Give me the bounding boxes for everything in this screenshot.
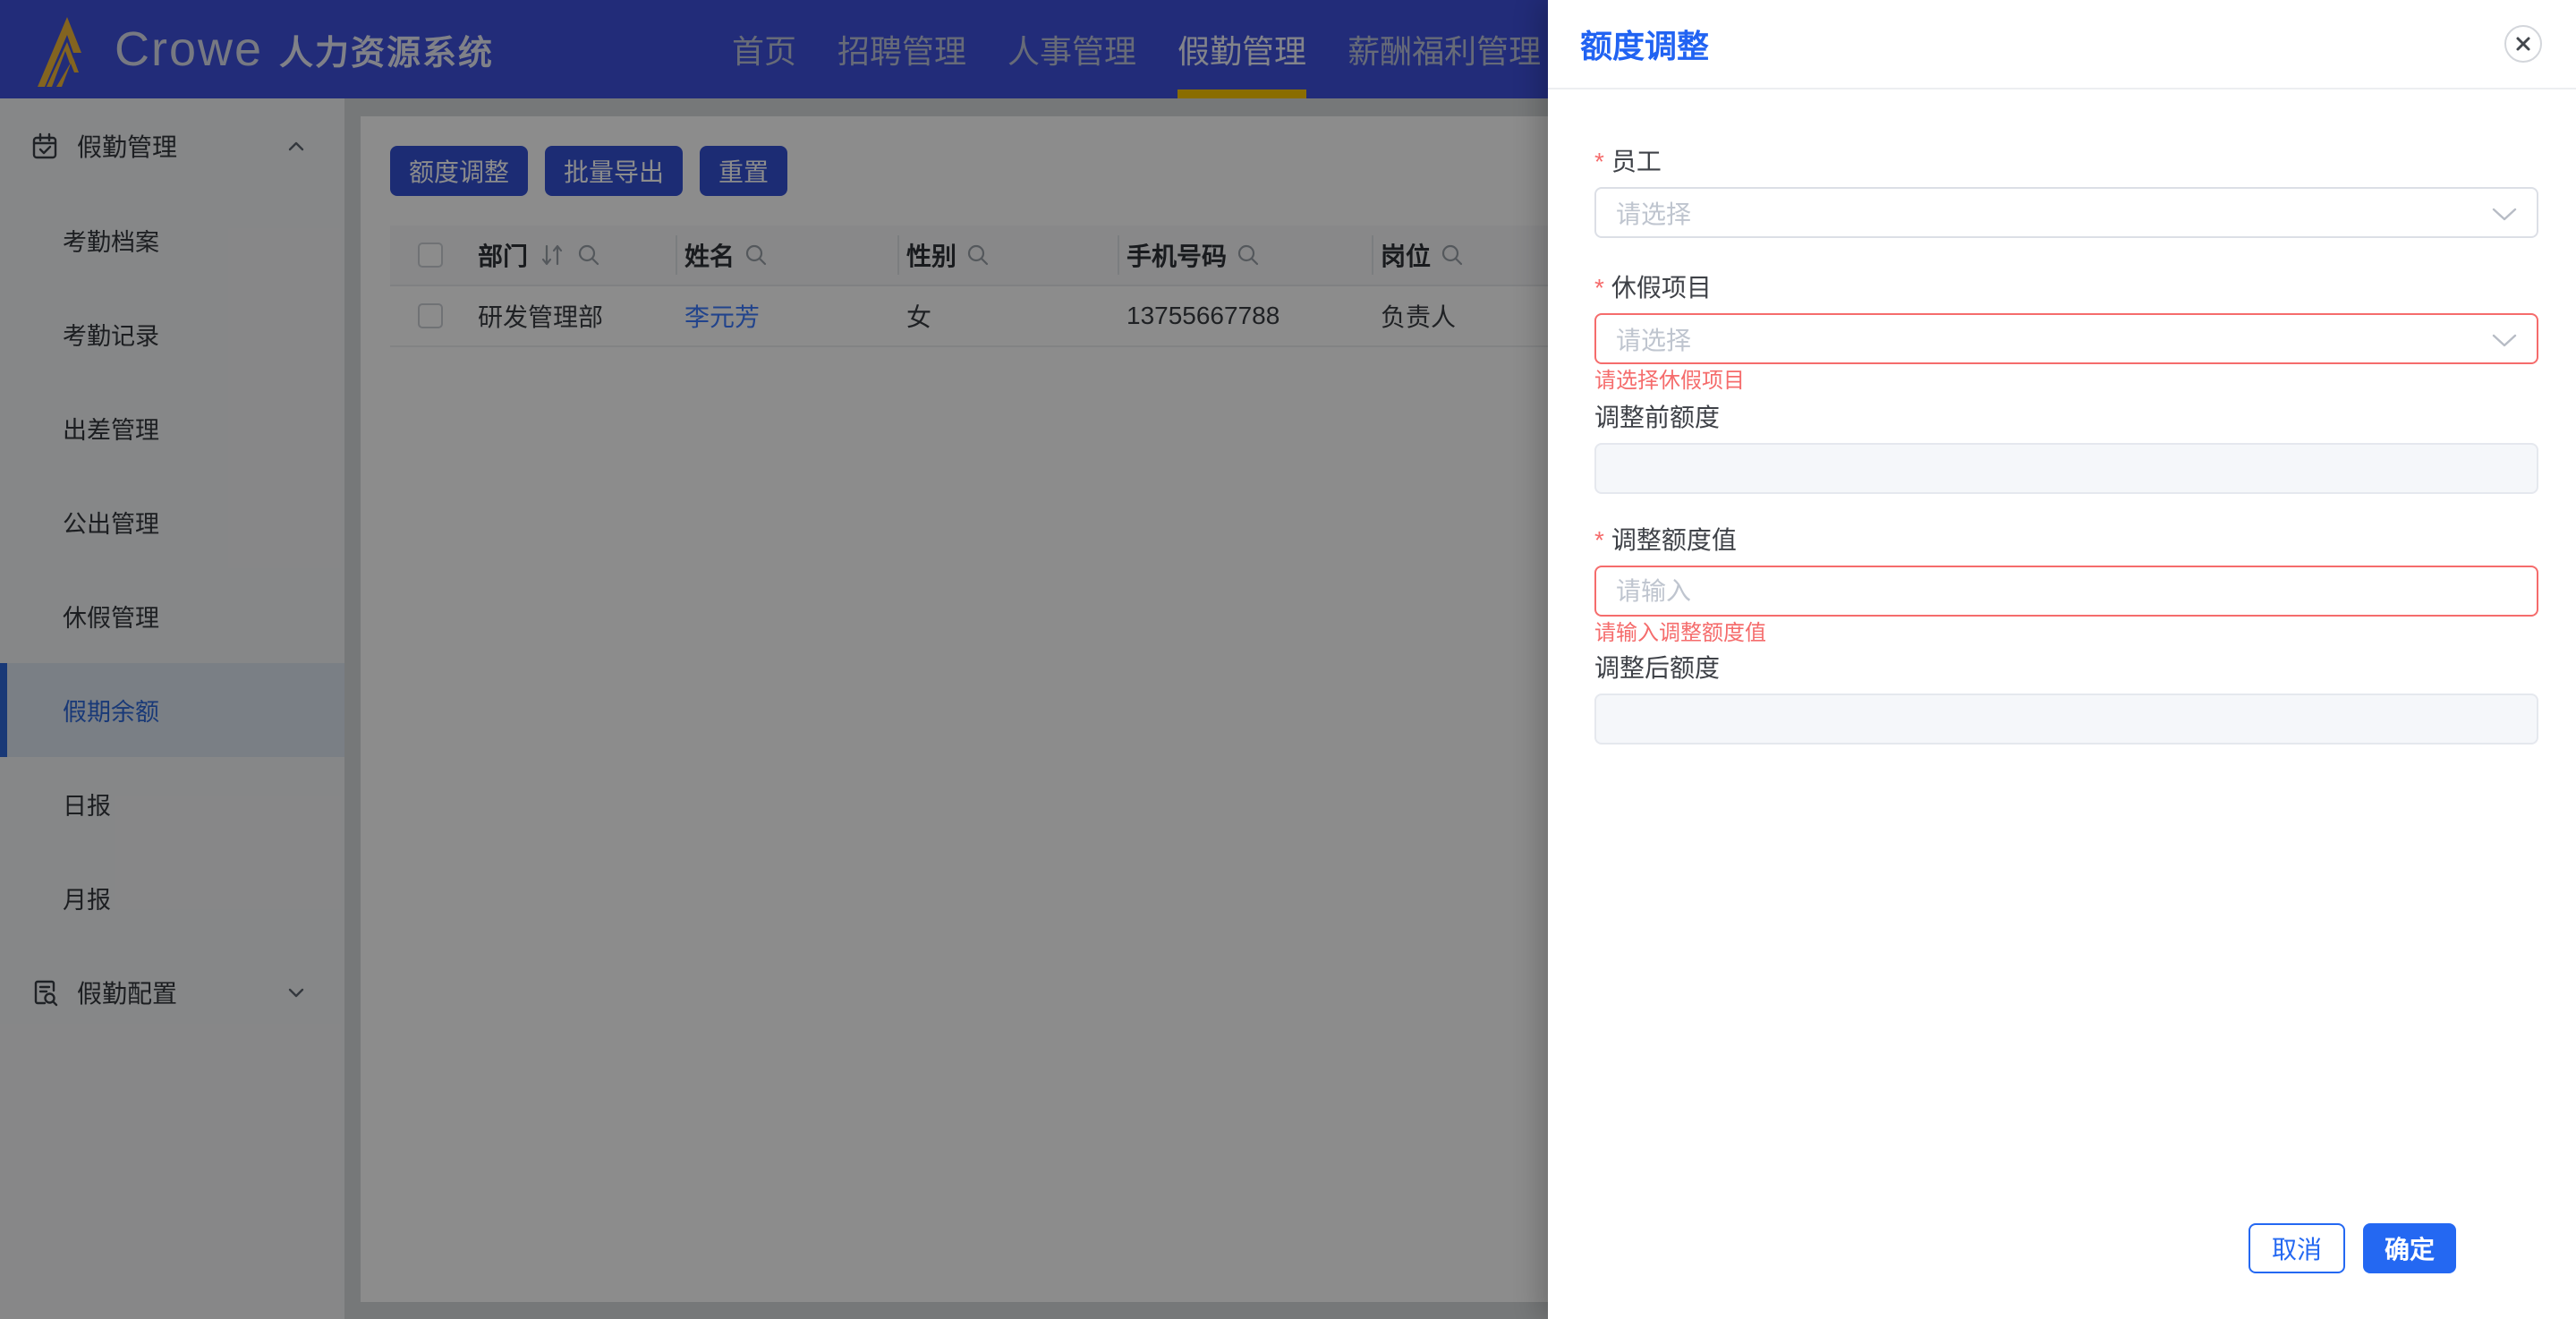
adjust-value-error: 请输入调整额度值 bbox=[1594, 621, 1766, 645]
field-after-quota: 调整后额度 bbox=[1594, 654, 2538, 745]
field-label: 员工 bbox=[1611, 148, 1662, 175]
close-button[interactable] bbox=[2504, 25, 2542, 63]
cancel-button[interactable]: 取消 bbox=[2248, 1223, 2345, 1273]
drawer-body: * 员工 请选择 * 休假项目 请选择 请选择休假项目 调整前额度 * 调整额度… bbox=[1548, 89, 2576, 745]
field-label: 调整后额度 bbox=[1594, 654, 1721, 682]
leave-item-error: 请选择休假项目 bbox=[1594, 369, 1745, 393]
quota-adjust-drawer: 额度调整 * 员工 请选择 * 休假项目 请选择 请选择休假项目 调整前额度 *… bbox=[1548, 0, 2576, 1319]
employee-select[interactable]: 请选择 bbox=[1594, 187, 2538, 238]
leave-item-select[interactable]: 请选择 bbox=[1594, 313, 2538, 364]
chevron-down-icon bbox=[2492, 208, 2517, 221]
chevron-down-icon bbox=[2492, 334, 2517, 347]
confirm-button[interactable]: 确定 bbox=[2362, 1223, 2456, 1273]
after-quota-input bbox=[1594, 694, 2538, 745]
field-before-quota: 调整前额度 bbox=[1594, 404, 2538, 494]
required-mark: * bbox=[1594, 148, 1604, 175]
before-quota-input bbox=[1594, 443, 2538, 494]
drawer-title: 额度调整 bbox=[1580, 28, 1710, 64]
required-mark: * bbox=[1594, 526, 1604, 554]
field-employee: * 员工 请选择 bbox=[1594, 148, 2538, 238]
field-adjust-value: *调整额度值 请输入调整额度值 bbox=[1594, 526, 2538, 645]
adjust-value-input[interactable] bbox=[1594, 566, 2538, 617]
drawer-header: 额度调整 bbox=[1548, 0, 2576, 89]
field-label: 休假项目 bbox=[1611, 274, 1712, 302]
field-label: 调整额度值 bbox=[1611, 526, 1737, 554]
screen: Crowe 人力资源系统 首页 招聘管理 人事管理 假勤管理 薪酬福利管理 假勤… bbox=[0, 0, 2576, 1319]
required-mark: * bbox=[1594, 274, 1604, 302]
field-label: 调整前额度 bbox=[1594, 404, 1721, 431]
close-icon bbox=[2516, 37, 2530, 51]
drawer-footer: 取消 确定 bbox=[2248, 1223, 2456, 1273]
field-leave-item: * 休假项目 请选择 请选择休假项目 bbox=[1594, 274, 2538, 393]
